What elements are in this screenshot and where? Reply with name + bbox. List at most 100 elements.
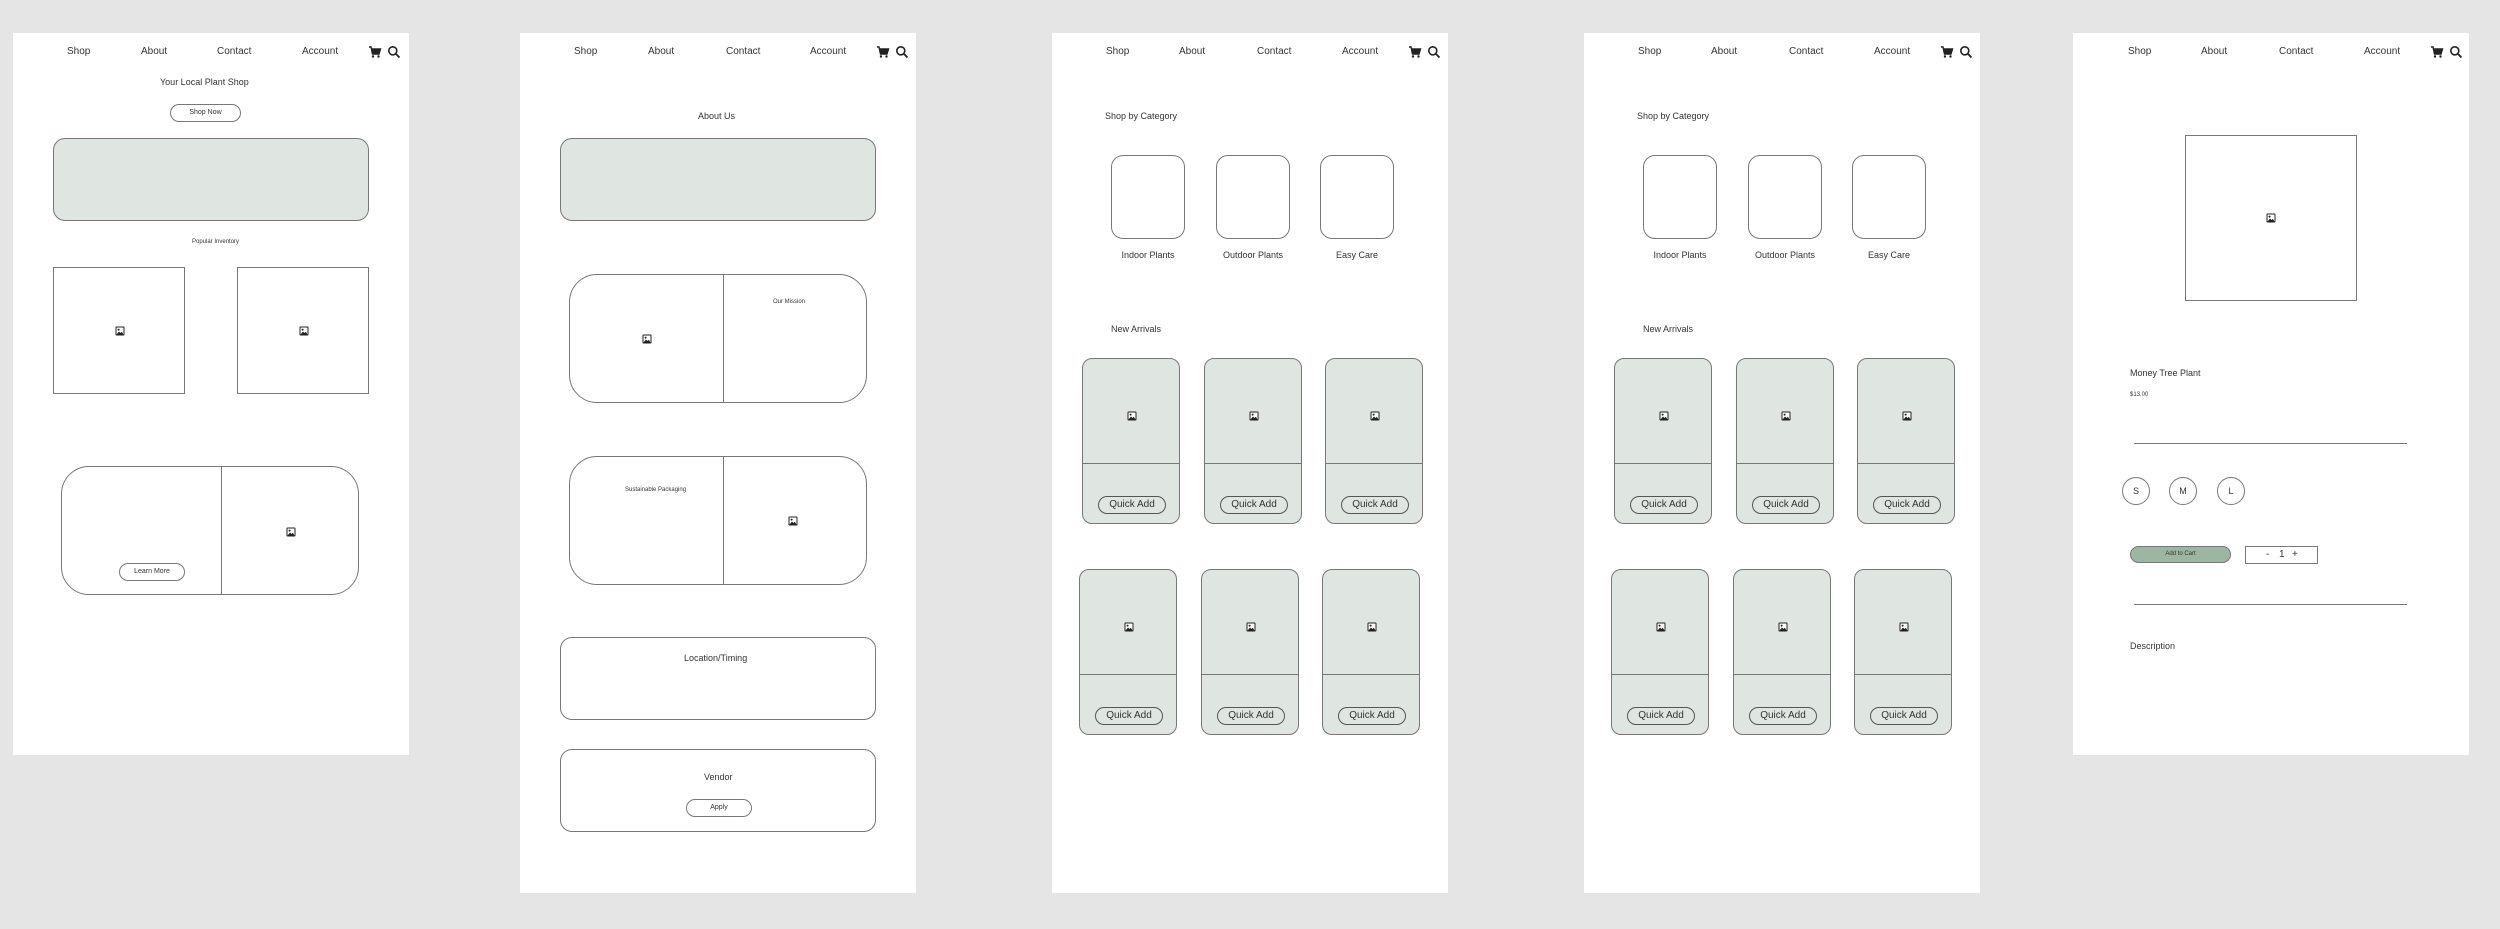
quick-add-button[interactable]: Quick Add	[1095, 707, 1163, 725]
nav-about[interactable]: About	[648, 46, 674, 57]
quick-add-button[interactable]: Quick Add	[1749, 707, 1817, 725]
category-label: Indoor Plants	[1653, 250, 1707, 260]
product-card: Quick Add	[1325, 358, 1423, 524]
home-screen: Shop About Contact Account Your Local Pl…	[13, 33, 409, 755]
image-icon	[1902, 411, 1912, 421]
quick-add-button[interactable]: Quick Add	[1098, 496, 1166, 514]
nav-account[interactable]: Account	[1342, 46, 1378, 57]
add-to-cart-button[interactable]: Add to Cart	[2130, 546, 2231, 563]
packaging-card: Sustainable Packaging	[569, 456, 867, 585]
search-icon[interactable]	[1427, 45, 1441, 59]
category-indoor[interactable]	[1111, 155, 1185, 239]
nav-contact[interactable]: Contact	[1789, 46, 1823, 57]
page-title: Your Local Plant Shop	[160, 77, 249, 87]
product-card: Quick Add	[1611, 569, 1709, 735]
product-card: Quick Add	[1857, 358, 1955, 524]
quick-add-button[interactable]: Quick Add	[1752, 496, 1820, 514]
product-card: Quick Add	[1733, 569, 1831, 735]
promo-card: Learn More	[61, 466, 359, 595]
quick-add-button[interactable]: Quick Add	[1630, 496, 1698, 514]
product-card: Quick Add	[1204, 358, 1302, 524]
card-divider	[221, 467, 222, 594]
category-outdoor[interactable]	[1216, 155, 1290, 239]
cart-icon[interactable]	[1408, 45, 1422, 59]
image-icon	[1659, 411, 1669, 421]
shop-screen: Shop About Contact Account Shop by Categ…	[1052, 33, 1448, 893]
category-easy-care[interactable]	[1320, 155, 1394, 239]
category-indoor[interactable]	[1643, 155, 1717, 239]
product-card: Quick Add	[1614, 358, 1712, 524]
quantity-stepper[interactable]: - 1 +	[2245, 546, 2318, 564]
product-name: Money Tree Plant	[2130, 368, 2201, 378]
image-icon	[286, 527, 296, 537]
nav-account[interactable]: Account	[810, 46, 846, 57]
apply-button[interactable]: Apply	[686, 799, 752, 817]
quick-add-button[interactable]: Quick Add	[1873, 496, 1941, 514]
product-image	[2185, 135, 2357, 301]
card-divider	[723, 275, 724, 402]
category-easy-care[interactable]	[1852, 155, 1926, 239]
nav-account[interactable]: Account	[1874, 46, 1910, 57]
nav-about[interactable]: About	[1711, 46, 1737, 57]
search-icon[interactable]	[2449, 45, 2463, 59]
learn-more-button[interactable]: Learn More	[119, 563, 185, 581]
search-icon[interactable]	[895, 45, 909, 59]
size-m-button[interactable]: M	[2169, 477, 2197, 505]
image-icon	[1781, 411, 1791, 421]
nav-shop[interactable]: Shop	[1106, 46, 1129, 57]
image-icon	[1249, 411, 1259, 421]
image-icon	[1656, 622, 1666, 632]
quick-add-button[interactable]: Quick Add	[1870, 707, 1938, 725]
image-icon	[1127, 411, 1137, 421]
qty-plus-button[interactable]: +	[2292, 549, 2298, 560]
cart-icon[interactable]	[1940, 45, 1954, 59]
packaging-heading: Sustainable Packaging	[625, 487, 687, 493]
size-s-button[interactable]: S	[2122, 477, 2150, 505]
size-l-button[interactable]: L	[2217, 477, 2245, 505]
vendor-heading: Vendor	[704, 772, 733, 782]
nav-shop[interactable]: Shop	[67, 46, 90, 57]
nav-shop[interactable]: Shop	[2128, 46, 2151, 57]
product-card: Quick Add	[1736, 358, 1834, 524]
product-tile[interactable]	[53, 267, 185, 394]
nav-account[interactable]: Account	[302, 46, 338, 57]
quick-add-button[interactable]: Quick Add	[1627, 707, 1695, 725]
mission-heading: Our Mission	[773, 299, 806, 305]
product-card: Quick Add	[1854, 569, 1952, 735]
nav-about[interactable]: About	[2201, 46, 2227, 57]
quick-add-button[interactable]: Quick Add	[1338, 707, 1406, 725]
product-tile[interactable]	[237, 267, 369, 394]
image-icon	[1246, 622, 1256, 632]
nav-shop[interactable]: Shop	[1638, 46, 1661, 57]
shop-screen-variant: Shop About Contact Account Shop by Categ…	[1584, 33, 1980, 893]
qty-minus-button[interactable]: -	[2266, 549, 2269, 560]
nav-contact[interactable]: Contact	[217, 46, 251, 57]
quick-add-button[interactable]: Quick Add	[1341, 496, 1409, 514]
nav-contact[interactable]: Contact	[1257, 46, 1291, 57]
location-card: Location/Timing	[560, 637, 876, 720]
category-heading: Shop by Category	[1105, 111, 1178, 121]
nav-account[interactable]: Account	[2364, 46, 2400, 57]
quick-add-button[interactable]: Quick Add	[1220, 496, 1288, 514]
nav-bar: Shop About Contact Account	[520, 46, 916, 60]
cart-icon[interactable]	[876, 45, 890, 59]
category-label: Easy Care	[1335, 250, 1379, 260]
arrivals-heading: New Arrivals	[1643, 324, 1694, 334]
nav-about[interactable]: About	[141, 46, 167, 57]
nav-contact[interactable]: Contact	[2279, 46, 2313, 57]
search-icon[interactable]	[1959, 45, 1973, 59]
hero-banner	[560, 138, 876, 221]
cart-icon[interactable]	[2430, 45, 2444, 59]
cart-icon[interactable]	[368, 45, 382, 59]
nav-about[interactable]: About	[1179, 46, 1205, 57]
shop-now-button[interactable]: Shop Now	[170, 104, 241, 122]
qty-value: 1	[2279, 549, 2285, 560]
page-title: About Us	[698, 111, 736, 121]
nav-contact[interactable]: Contact	[726, 46, 760, 57]
category-outdoor[interactable]	[1748, 155, 1822, 239]
product-card: Quick Add	[1322, 569, 1420, 735]
image-icon	[1778, 622, 1788, 632]
nav-shop[interactable]: Shop	[574, 46, 597, 57]
quick-add-button[interactable]: Quick Add	[1217, 707, 1285, 725]
search-icon[interactable]	[387, 45, 401, 59]
